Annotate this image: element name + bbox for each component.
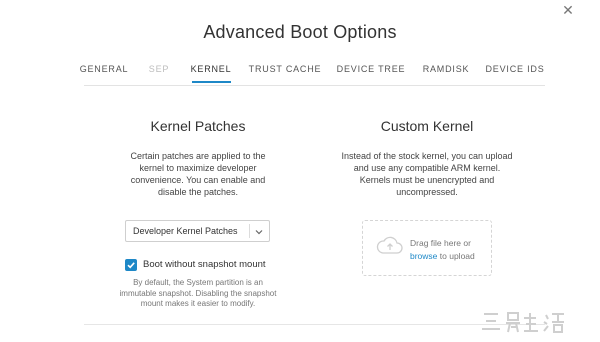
dialog-title: Advanced Boot Options (203, 22, 397, 42)
dropzone-line-2-rest: to upload (439, 251, 475, 261)
snapshot-mount-note: By default, the System partition is an i… (119, 278, 277, 308)
cloud-upload-icon (375, 234, 405, 261)
dropzone-text: Drag file here or browse to upload (410, 237, 475, 263)
active-tab-indicator (192, 81, 231, 83)
tab-ramdisk[interactable]: RAMDISK (423, 64, 470, 74)
kernel-patches-select[interactable]: Developer Kernel Patches (125, 220, 270, 242)
footer-divider (84, 324, 545, 325)
checkmark-icon (127, 262, 135, 269)
tab-general[interactable]: GENERAL (80, 64, 129, 74)
dropzone-line-1: Drag file here or (410, 238, 471, 248)
dropzone-line-2: browse to upload (410, 250, 475, 263)
select-value: Developer Kernel Patches (133, 226, 238, 236)
tab-sep: SEP (148, 64, 170, 74)
tab-device-tree[interactable]: DEVICE TREE (337, 64, 406, 74)
kernel-patches-description: Certain patches are applied to the kerne… (130, 151, 266, 197)
browse-link[interactable]: browse (410, 251, 437, 261)
boot-without-snapshot-checkbox[interactable] (125, 259, 137, 271)
tab-kernel[interactable]: KERNEL (191, 64, 232, 74)
tabs-divider (84, 85, 545, 86)
chevron-down-icon (253, 225, 265, 237)
tab-trust-cache[interactable]: TRUST CACHE (249, 64, 322, 74)
custom-kernel-description: Instead of the stock kernel, you can upl… (341, 151, 513, 197)
kernel-patches-title: Kernel Patches (150, 118, 246, 134)
site-watermark-logo (480, 310, 596, 337)
select-divider (249, 224, 250, 238)
boot-without-snapshot-label[interactable]: Boot without snapshot mount (143, 259, 266, 270)
tab-bar: GENERAL SEP KERNEL TRUST CACHE DEVICE TR… (0, 58, 600, 86)
close-icon[interactable]: ✕ (561, 3, 575, 17)
custom-kernel-title: Custom Kernel (380, 118, 474, 134)
tab-device-ids[interactable]: DEVICE IDS (485, 64, 544, 74)
kernel-upload-dropzone[interactable]: Drag file here or browse to upload (362, 220, 492, 276)
advanced-boot-options-dialog: Advanced Boot Options ✕ GENERAL SEP KERN… (0, 0, 600, 337)
